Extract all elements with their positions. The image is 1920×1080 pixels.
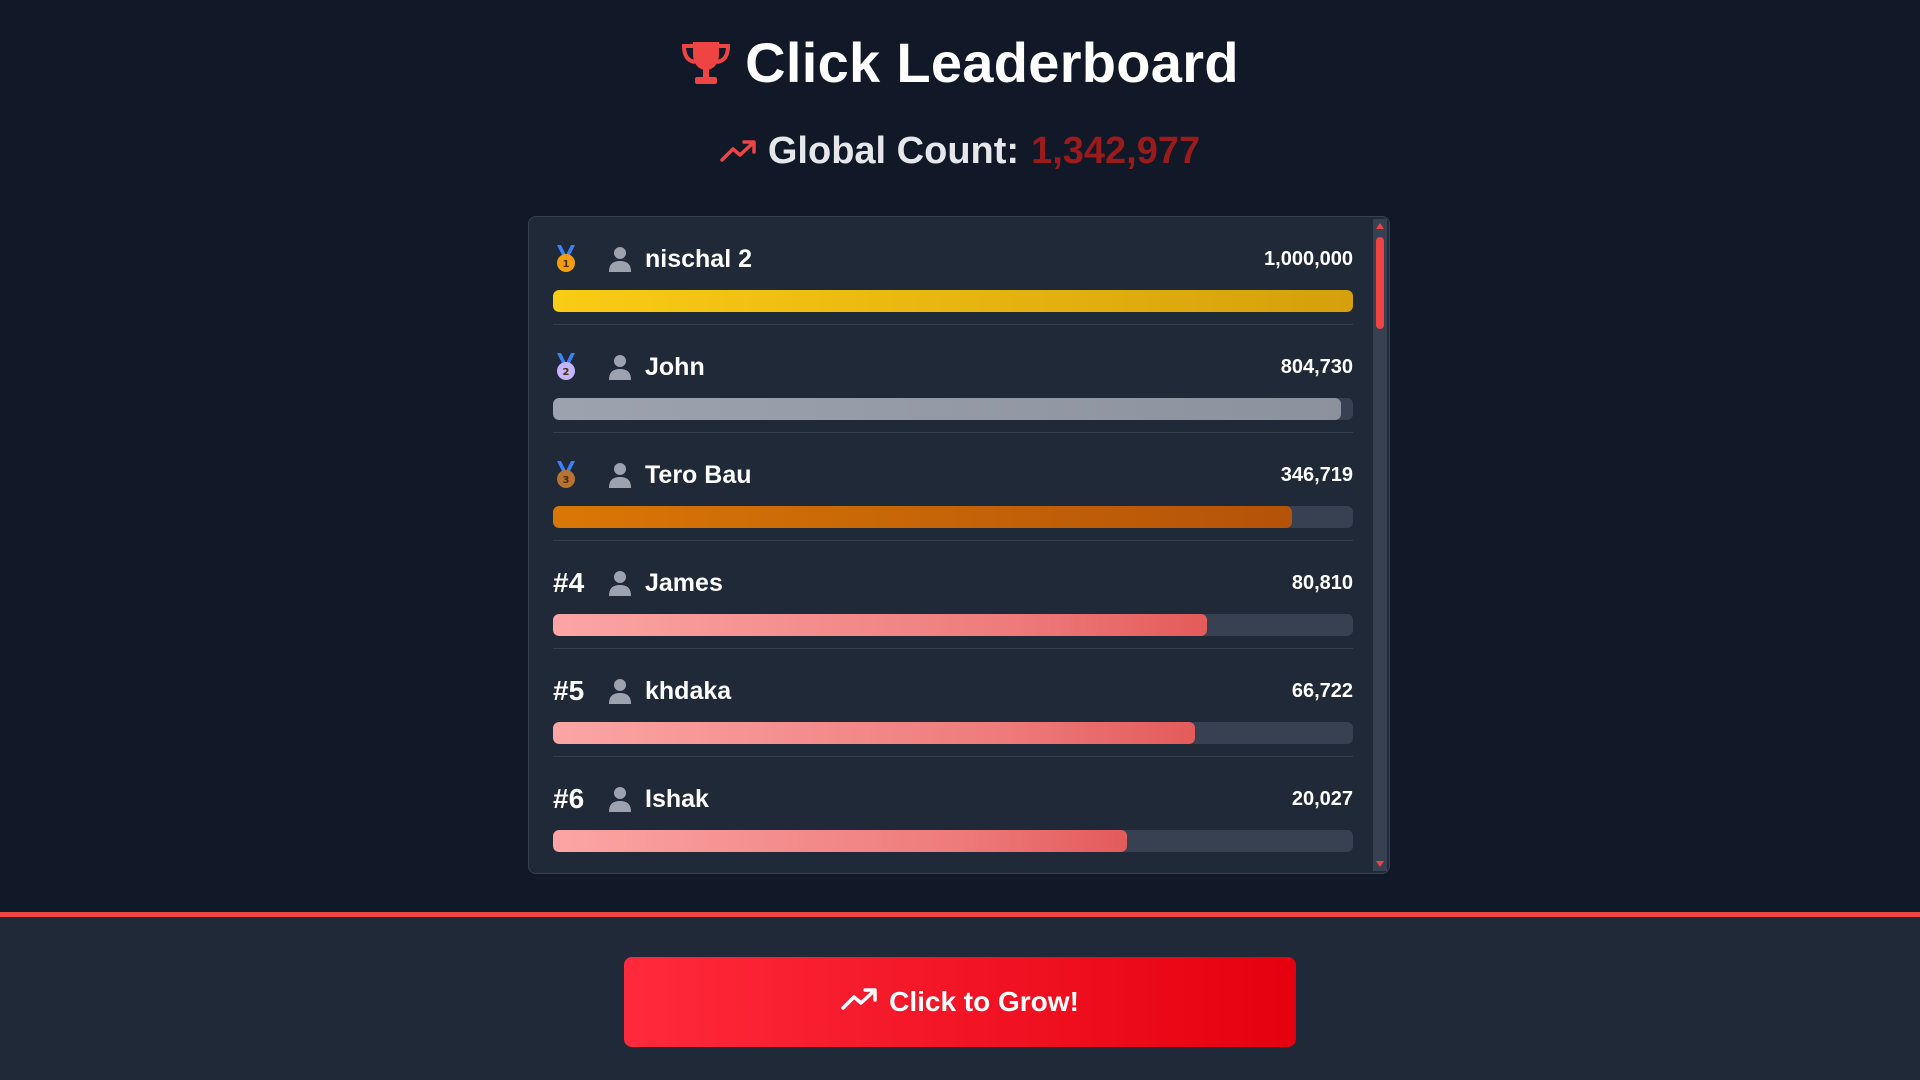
click-to-grow-button[interactable]: Click to Grow! <box>624 957 1296 1047</box>
svg-text:1: 1 <box>563 259 570 270</box>
leaderboard-page: Click Leaderboard Global Count: 1,342,97… <box>0 0 1920 1080</box>
progress-track <box>553 398 1353 420</box>
leaderboard-row-header: 1 nischal 2 1,000,000 <box>553 243 1353 275</box>
player-name: James <box>645 568 723 597</box>
user-icon <box>609 569 635 597</box>
global-count-value: 1,342,977 <box>1031 130 1201 172</box>
player-click-count: 80,810 <box>1291 571 1353 594</box>
player-name: nischal 2 <box>645 244 752 273</box>
player-click-count: 346,719 <box>1280 463 1353 486</box>
progress-fill <box>553 830 1127 852</box>
progress-track <box>553 722 1353 744</box>
scroll-up-arrow-icon[interactable] <box>1376 223 1384 229</box>
global-count: Global Count: 1,342,977 <box>0 130 1920 173</box>
trending-up-icon <box>841 986 877 1018</box>
leaderboard-row-header: #4 James 80,810 <box>553 567 1353 599</box>
leaderboard-row: 3 Tero Bau 346,719 <box>553 433 1353 541</box>
player-click-count: 66,722 <box>1291 679 1353 702</box>
progress-track <box>553 506 1353 528</box>
progress-fill <box>553 722 1196 744</box>
trending-up-icon <box>720 130 756 173</box>
bronze-medal-icon: 3 <box>553 460 609 490</box>
page-title: Click Leaderboard <box>745 31 1239 94</box>
player-name: khdaka <box>645 676 732 705</box>
svg-text:3: 3 <box>563 475 570 486</box>
user-icon <box>609 677 635 705</box>
rank-label: #5 <box>553 675 585 706</box>
player-click-count: 804,730 <box>1280 355 1353 378</box>
progress-fill <box>553 506 1293 528</box>
gold-medal-icon: 1 <box>553 244 609 274</box>
page-header: Click Leaderboard <box>0 30 1920 95</box>
progress-track <box>553 614 1353 636</box>
progress-fill <box>553 614 1208 636</box>
scrollbar-thumb[interactable] <box>1376 237 1384 329</box>
player-name: John <box>645 352 705 381</box>
trophy-icon <box>681 40 731 86</box>
leaderboard-row-header: 3 Tero Bau 346,719 <box>553 459 1353 491</box>
leaderboard-panel[interactable]: 1 nischal 2 1,000,000 2 John 804,730 3 Tero Bau… <box>528 216 1390 874</box>
rank-label: #4 <box>553 567 585 598</box>
progress-fill <box>553 398 1341 420</box>
leaderboard-row: #4 James 80,810 <box>553 541 1353 649</box>
footer-bar: Click to Grow! <box>0 912 1920 1080</box>
global-count-label: Global Count: <box>767 130 1020 172</box>
progress-fill <box>553 290 1353 312</box>
player-click-count: 20,027 <box>1291 787 1353 810</box>
progress-track <box>553 290 1353 312</box>
leaderboard-row-header: #6 Ishak 20,027 <box>553 783 1353 815</box>
user-icon <box>609 785 635 813</box>
svg-text:2: 2 <box>563 367 570 378</box>
leaderboard-row: #6 Ishak 20,027 <box>553 757 1353 865</box>
progress-track <box>553 830 1353 852</box>
leaderboard-row-header: 2 John 804,730 <box>553 351 1353 383</box>
scrollbar[interactable] <box>1373 219 1387 871</box>
player-name: Ishak <box>645 784 709 813</box>
scroll-down-arrow-icon[interactable] <box>1376 861 1384 867</box>
silver-medal-icon: 2 <box>553 352 609 382</box>
player-click-count: 1,000,000 <box>1264 247 1353 270</box>
leaderboard-row: 2 John 804,730 <box>553 325 1353 433</box>
leaderboard-row: #5 khdaka 66,722 <box>553 649 1353 757</box>
player-name: Tero Bau <box>645 460 752 489</box>
rank-label: #6 <box>553 783 585 814</box>
leaderboard-row: 1 nischal 2 1,000,000 <box>553 217 1353 325</box>
click-to-grow-label: Click to Grow! <box>889 986 1079 1017</box>
leaderboard-list: 1 nischal 2 1,000,000 2 John 804,730 3 Tero Bau… <box>553 217 1353 865</box>
user-icon <box>609 353 635 381</box>
user-icon <box>609 461 635 489</box>
leaderboard-row-header: #5 khdaka 66,722 <box>553 675 1353 707</box>
user-icon <box>609 245 635 273</box>
